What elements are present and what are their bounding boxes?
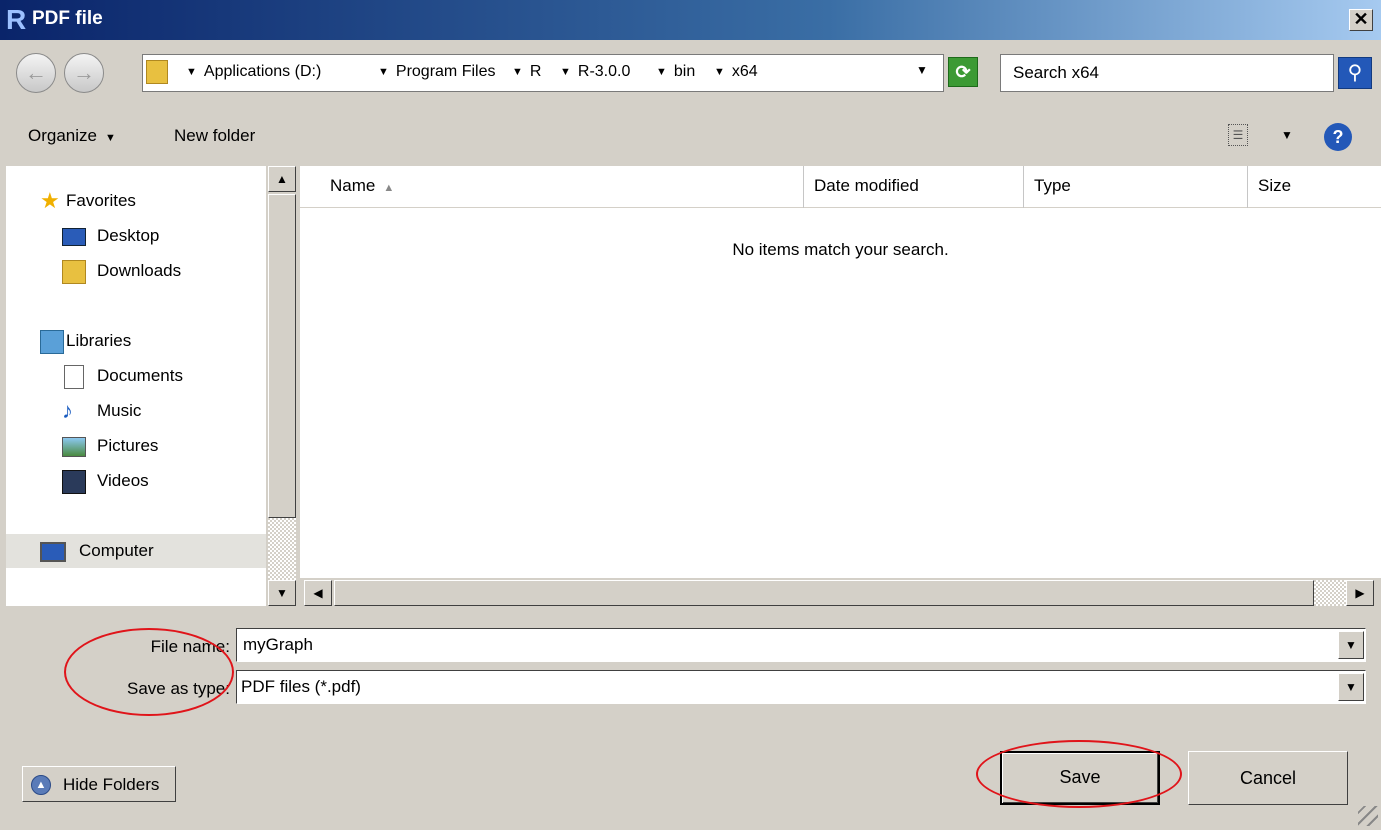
save-as-type-label: Save as type: — [126, 679, 230, 698]
scrollbar-track[interactable] — [268, 518, 296, 580]
computer-icon — [40, 542, 66, 562]
pictures-icon — [62, 437, 86, 457]
resize-grip[interactable] — [1358, 806, 1378, 826]
sort-ascending-icon: ▲ — [383, 182, 395, 194]
views-dropdown-icon[interactable]: ▼ — [1281, 128, 1293, 142]
nav-libraries[interactable]: Libraries — [6, 324, 266, 358]
save-as-type-select[interactable]: PDF files (*.pdf) — [236, 670, 1366, 704]
scroll-left-icon[interactable]: ◀ — [304, 580, 332, 606]
nav-computer[interactable]: Computer — [6, 534, 266, 568]
music-icon: ♪ — [62, 398, 73, 423]
nav-music[interactable]: ♪ Music — [6, 394, 266, 428]
scroll-right-icon[interactable]: ▶ — [1346, 580, 1374, 606]
chevron-up-icon: ▲ — [31, 775, 51, 795]
horizontal-scrollbar-thumb[interactable] — [334, 580, 1314, 606]
nav-desktop[interactable]: Desktop — [6, 219, 266, 253]
search-icon[interactable]: ⚲ — [1338, 57, 1372, 89]
file-name-label: File name: — [150, 637, 230, 656]
nav-favorites[interactable]: ★ Favorites — [6, 184, 266, 218]
scroll-down-icon[interactable]: ▼ — [268, 580, 296, 606]
column-type[interactable]: Type — [1024, 166, 1248, 208]
nav-pictures[interactable]: Pictures — [6, 429, 266, 463]
save-button[interactable]: Save — [1000, 751, 1160, 805]
close-button[interactable]: ✕ — [1349, 9, 1373, 31]
refresh-icon[interactable]: ⟳ — [948, 57, 978, 87]
title-bar[interactable] — [0, 0, 1381, 40]
desktop-icon — [62, 228, 86, 246]
breadcrumb-program-files[interactable]: ▼ Program Files — [378, 63, 495, 81]
help-icon[interactable]: ? — [1324, 123, 1352, 151]
view-options-icon[interactable]: ☰ — [1228, 124, 1248, 146]
column-name[interactable]: Name ▲ — [318, 166, 804, 208]
chevron-down-icon: ▼ — [104, 132, 116, 144]
horizontal-scrollbar-track[interactable] — [1314, 580, 1346, 606]
scrollbar-thumb[interactable] — [268, 194, 296, 518]
search-input[interactable] — [1000, 54, 1334, 92]
cancel-button[interactable]: Cancel — [1188, 751, 1348, 805]
r-logo-icon: R — [6, 4, 27, 35]
back-button[interactable]: ← — [16, 53, 56, 93]
breadcrumb-bin[interactable]: ▼ bin — [656, 63, 695, 81]
breadcrumb-x64[interactable]: ▼ x64 — [714, 63, 758, 81]
breadcrumb-r[interactable]: ▼ R — [512, 63, 541, 81]
new-folder-button[interactable]: New folder — [174, 126, 255, 146]
breadcrumb-applications[interactable]: ▼ Applications (D:) — [186, 63, 321, 81]
window-title: PDF file — [32, 8, 103, 29]
scroll-up-icon[interactable]: ▲ — [268, 166, 296, 192]
breadcrumb-r-version[interactable]: ▼ R-3.0.0 — [560, 63, 630, 81]
star-icon: ★ — [40, 188, 60, 213]
folder-icon — [146, 60, 168, 84]
file-list[interactable] — [300, 166, 1381, 606]
organize-label: Organize — [28, 126, 97, 145]
downloads-icon — [62, 260, 86, 284]
nav-videos[interactable]: Videos — [6, 464, 266, 498]
column-date-modified[interactable]: Date modified — [804, 166, 1024, 208]
libraries-icon — [40, 330, 64, 354]
nav-documents[interactable]: Documents — [6, 359, 266, 393]
document-icon — [64, 365, 84, 389]
organize-button[interactable]: Organize ▼ — [28, 126, 116, 146]
forward-button[interactable]: → — [64, 53, 104, 93]
hide-folders-button[interactable]: ▲ Hide Folders — [22, 766, 176, 802]
nav-downloads[interactable]: Downloads — [6, 254, 266, 288]
save-as-type-dropdown-icon[interactable]: ▼ — [1338, 673, 1364, 701]
navigation-pane: ★ Favorites Desktop Downloads Libraries … — [6, 166, 266, 606]
videos-icon — [62, 470, 86, 494]
file-name-dropdown-icon[interactable]: ▼ — [1338, 631, 1364, 659]
empty-message: No items match your search. — [732, 240, 949, 259]
file-name-input[interactable] — [236, 628, 1366, 662]
column-size[interactable]: Size — [1248, 166, 1381, 208]
address-dropdown-icon[interactable]: ▼ — [916, 63, 928, 77]
